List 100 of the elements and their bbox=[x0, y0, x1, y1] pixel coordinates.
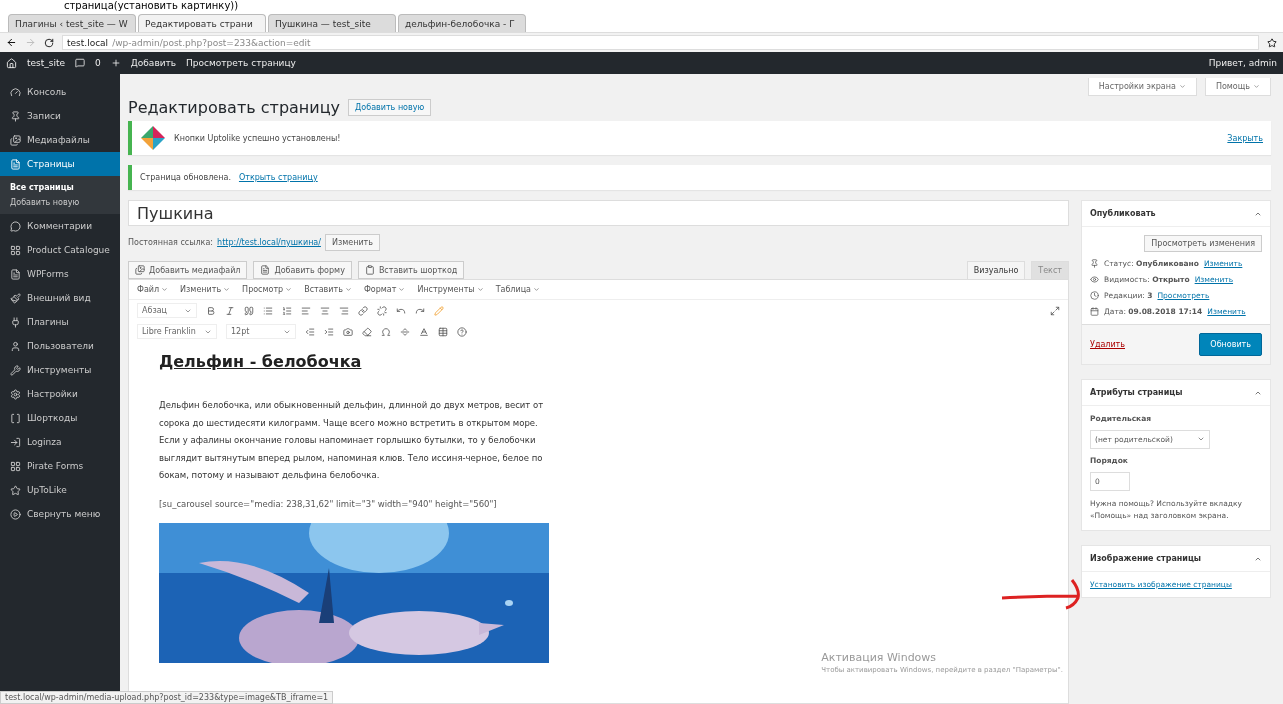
sidebar-item[interactable]: WPForms bbox=[0, 262, 120, 286]
sidebar-item[interactable]: Страницы bbox=[0, 152, 120, 176]
title-field[interactable]: Пушкина bbox=[128, 200, 1069, 226]
sidebar-item[interactable]: Записи bbox=[0, 104, 120, 128]
sidebar-item[interactable]: Настройки bbox=[0, 382, 120, 406]
format-select[interactable]: Абзац bbox=[137, 303, 197, 318]
sidebar-item[interactable]: Комментарии bbox=[0, 214, 120, 238]
open-page-link[interactable]: Открыть страницу bbox=[238, 173, 318, 182]
bookmark-star-icon[interactable] bbox=[1267, 37, 1277, 48]
browser-tab[interactable]: Плагины ‹ test_site — W bbox=[8, 14, 136, 32]
caret-icon bbox=[1253, 83, 1260, 90]
comment-icon[interactable] bbox=[75, 58, 86, 68]
sidebar-item[interactable]: Pirate Forms bbox=[0, 454, 120, 478]
browser-tab[interactable]: Пушкина — test_site bbox=[268, 14, 396, 32]
sidebar-item[interactable]: UpToLike bbox=[0, 478, 120, 502]
sidebar-item[interactable]: Инструменты bbox=[0, 358, 120, 382]
toolbar-icon[interactable] bbox=[320, 305, 330, 316]
toolbar-icon[interactable] bbox=[415, 305, 425, 316]
reload-icon[interactable] bbox=[44, 37, 54, 48]
media-button[interactable]: Добавить медиафайл bbox=[128, 261, 248, 279]
toolbar-icon[interactable] bbox=[343, 326, 353, 337]
sidebar-item[interactable]: Внешний вид bbox=[0, 286, 120, 310]
address-field[interactable]: test.local /wp-admin/post.php?post=233&action=edit bbox=[62, 35, 1259, 50]
toolbar-icon[interactable] bbox=[339, 305, 349, 316]
sidebar-item[interactable]: Консоль bbox=[0, 80, 120, 104]
screen-tab[interactable]: Настройки экрана bbox=[1087, 78, 1197, 96]
toolbar-icon[interactable] bbox=[396, 305, 406, 316]
caret-icon bbox=[533, 286, 541, 293]
sidebar-item[interactable]: Шорткоды bbox=[0, 406, 120, 430]
caret-icon bbox=[476, 286, 484, 293]
fullscreen-icon[interactable] bbox=[1050, 305, 1060, 316]
sidebar-item[interactable]: Пользователи bbox=[0, 334, 120, 358]
menu-item[interactable]: Изменить bbox=[180, 285, 231, 294]
media-button[interactable]: Вставить шорткод bbox=[357, 261, 465, 279]
view-page-link[interactable]: Просмотреть страницу bbox=[186, 58, 296, 68]
menu-icon bbox=[10, 110, 21, 122]
sidebar-item[interactable]: Плагины bbox=[0, 310, 120, 334]
new-link[interactable]: Добавить bbox=[130, 58, 177, 68]
row-icon bbox=[1090, 275, 1099, 284]
edit-button[interactable]: Изменить bbox=[324, 234, 380, 251]
sidebar-item[interactable]: Product Catalogue bbox=[0, 238, 120, 262]
toolbar-icon[interactable] bbox=[244, 305, 254, 316]
menu-icon bbox=[10, 86, 21, 98]
toolbar-icon[interactable] bbox=[305, 326, 315, 337]
delete-link[interactable]: Удалить bbox=[1090, 340, 1125, 349]
menu-icon bbox=[10, 436, 21, 448]
toolbar-icon[interactable] bbox=[400, 326, 410, 337]
media-button[interactable]: Добавить форму bbox=[253, 261, 352, 279]
toolbar-icon[interactable] bbox=[282, 305, 292, 316]
sidebar-item[interactable]: Loginza bbox=[0, 430, 120, 454]
toolbar-icon[interactable] bbox=[377, 305, 387, 316]
font-select[interactable]: Libre Franklin bbox=[137, 324, 217, 339]
toolbar-icon[interactable] bbox=[324, 326, 334, 337]
preview-button[interactable]: Просмотреть изменения bbox=[1144, 235, 1262, 252]
sidebar-item[interactable]: Медиафайлы bbox=[0, 128, 120, 152]
toolbar-icon[interactable] bbox=[438, 326, 448, 337]
submenu-item[interactable]: Добавить новую bbox=[0, 195, 120, 210]
back-icon[interactable] bbox=[6, 37, 17, 48]
greeting-link[interactable]: Привет, admin bbox=[1208, 58, 1277, 68]
menu-icon bbox=[10, 412, 21, 424]
menu-icon bbox=[10, 292, 21, 304]
menu-item[interactable]: Таблица bbox=[495, 285, 541, 294]
sidebar-item[interactable]: Свернуть меню bbox=[0, 502, 120, 526]
toolbar-icon[interactable] bbox=[263, 305, 273, 316]
plus-icon[interactable] bbox=[110, 58, 121, 68]
toolbar-icon[interactable] bbox=[301, 305, 311, 316]
activation-title: Активация Windows bbox=[821, 651, 938, 664]
toolbar-icon[interactable] bbox=[457, 326, 467, 337]
editor-tab[interactable]: Визуально bbox=[966, 261, 1026, 279]
status-url: test.local/wp-admin/media-upload.php?post_id=233&type=image&TB_iframe=1 bbox=[0, 691, 334, 704]
site-link[interactable]: test_site bbox=[27, 58, 66, 68]
toolbar-icon[interactable] bbox=[225, 305, 235, 316]
permalink-link[interactable]: http://test.local/пушкина/ bbox=[217, 238, 321, 247]
toolbar-icon[interactable] bbox=[362, 326, 372, 337]
toolbar-icon[interactable] bbox=[358, 305, 368, 316]
menu-icon bbox=[10, 316, 21, 328]
menu-item[interactable]: Вставить bbox=[304, 285, 352, 294]
add-new-button[interactable]: Добавить новую bbox=[348, 99, 432, 116]
menu-item[interactable]: Файл bbox=[137, 285, 169, 294]
browser-tab[interactable]: Редактировать страни bbox=[138, 14, 266, 32]
close-link[interactable]: Закрыть bbox=[1227, 133, 1263, 143]
menu-icon bbox=[10, 364, 21, 376]
row-icon bbox=[1090, 259, 1099, 268]
menu-item[interactable]: Формат bbox=[363, 285, 406, 294]
home-icon[interactable] bbox=[6, 57, 17, 69]
permalink-label: Постоянная ссылка: bbox=[128, 238, 214, 247]
panel-title: Опубликовать bbox=[1090, 209, 1156, 218]
update-button[interactable]: Обновить bbox=[1199, 333, 1262, 356]
menu-icon bbox=[10, 268, 21, 280]
menu-item[interactable]: Инструменты bbox=[417, 285, 484, 294]
toolbar-icon[interactable] bbox=[206, 305, 216, 316]
menu-item[interactable]: Просмотр bbox=[242, 285, 293, 294]
screen-tab[interactable]: Помощь bbox=[1204, 78, 1271, 96]
browser-tab[interactable]: дельфин-белобочка - Г bbox=[398, 14, 526, 32]
size-select[interactable]: 12pt bbox=[226, 324, 296, 339]
toolbar-icon[interactable] bbox=[381, 326, 391, 337]
submenu-item[interactable]: Все страницы bbox=[0, 180, 120, 195]
toolbar-icon[interactable] bbox=[419, 326, 429, 337]
caret-icon bbox=[1197, 435, 1205, 443]
menu-icon bbox=[10, 134, 21, 146]
